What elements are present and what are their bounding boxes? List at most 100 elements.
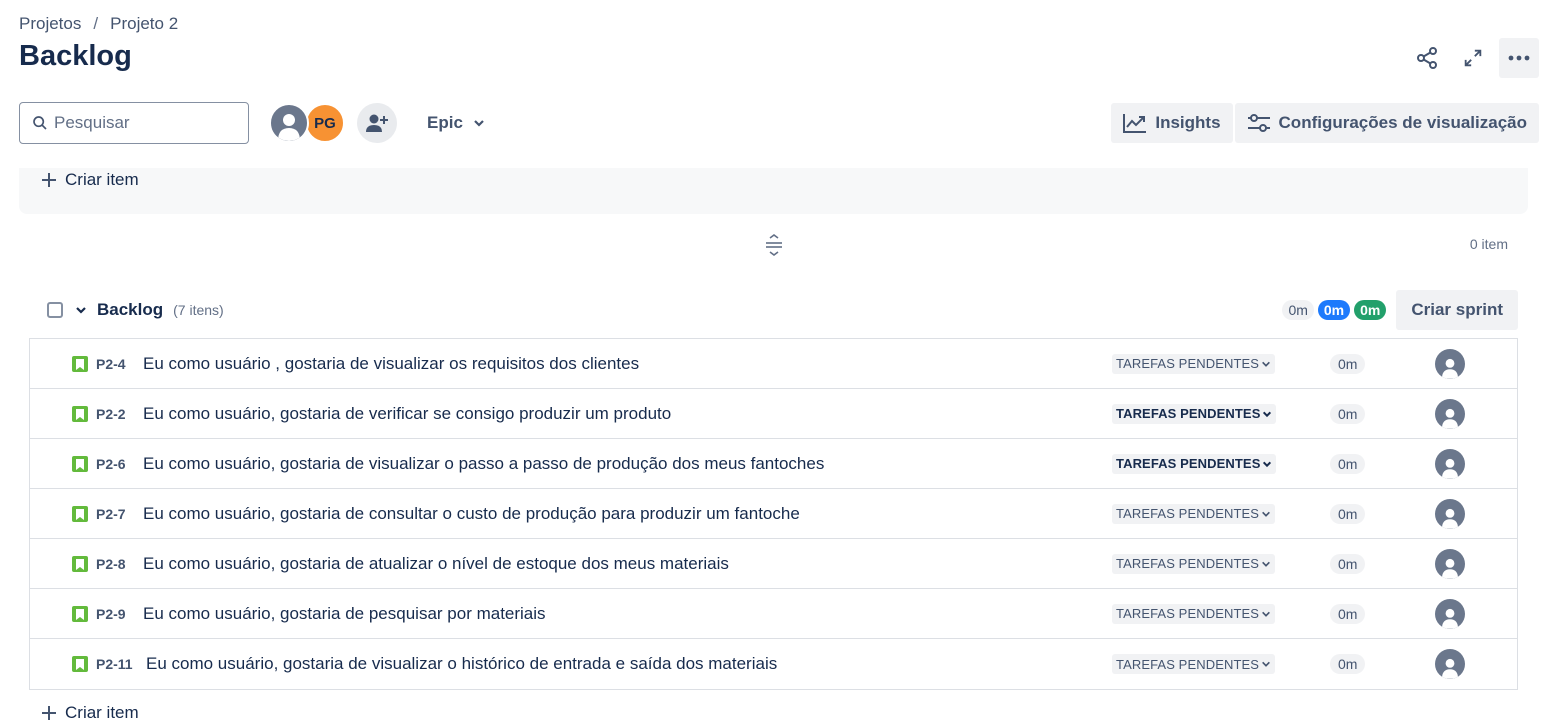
create-sprint-button[interactable]: Criar sprint xyxy=(1396,290,1518,330)
issue-key[interactable]: P2-4 xyxy=(96,356,126,372)
issue-summary[interactable]: Eu como usuário, gostaria de pesquisar p… xyxy=(143,604,546,624)
insights-button[interactable]: Insights xyxy=(1111,103,1233,143)
story-icon xyxy=(72,406,88,422)
more-actions-button[interactable] xyxy=(1499,38,1539,78)
backlog-estimates: 0m 0m 0m Criar sprint xyxy=(1282,290,1518,330)
plus-icon xyxy=(42,173,56,187)
chevron-down-icon xyxy=(76,307,86,314)
share-icon xyxy=(1417,47,1437,69)
assignee-avatar[interactable] xyxy=(1435,598,1465,629)
status-dropdown[interactable]: TAREFAS PENDENTES xyxy=(1112,603,1276,624)
issue-key[interactable]: P2-11 xyxy=(96,656,133,672)
story-icon xyxy=(72,656,88,672)
avatar-pg[interactable]: PG xyxy=(305,103,345,143)
plus-icon xyxy=(42,706,56,720)
breadcrumb-projects-link[interactable]: Projetos xyxy=(19,14,81,34)
assignee-avatar[interactable] xyxy=(1435,649,1465,679)
issue-summary[interactable]: Eu como usuário , gostaria de visualizar… xyxy=(143,354,639,374)
issue-estimate: 0m xyxy=(1330,503,1366,524)
status-dropdown[interactable]: TAREFAS PENDENTES xyxy=(1112,353,1276,374)
issue-key[interactable]: P2-9 xyxy=(96,606,126,622)
estimate-done-badge: 0m xyxy=(1354,300,1387,320)
view-settings-button[interactable]: Configurações de visualização xyxy=(1234,103,1539,143)
status-label: TAREFAS PENDENTES xyxy=(1116,556,1260,571)
header-actions xyxy=(1407,38,1539,78)
issue-summary[interactable]: Eu como usuário, gostaria de verificar s… xyxy=(143,404,671,424)
estimate-in-progress-badge: 0m xyxy=(1317,300,1351,320)
toolbar: PG Epic Insights Configurações de visual… xyxy=(19,102,1539,144)
status-dropdown[interactable]: TAREFAS PENDENTES xyxy=(1112,503,1276,524)
story-icon xyxy=(72,356,88,372)
estimate-todo-badge: 0m xyxy=(1282,300,1314,320)
person-icon xyxy=(1441,508,1459,529)
search-icon xyxy=(33,116,47,130)
search-box[interactable] xyxy=(19,102,249,144)
status-label: TAREFAS PENDENTES xyxy=(1116,606,1260,621)
assignee-avatar[interactable] xyxy=(1435,548,1465,579)
issue-estimate: 0m xyxy=(1330,603,1366,624)
fullscreen-button[interactable] xyxy=(1453,38,1493,78)
issue-row[interactable]: P2-11 Eu como usuário, gostaria de visua… xyxy=(30,639,1517,689)
issue-key[interactable]: P2-2 xyxy=(96,406,126,422)
story-icon xyxy=(72,506,88,522)
issue-estimate: 0m xyxy=(1330,453,1366,474)
add-person-icon xyxy=(366,114,388,132)
sprint-panel: Criar item xyxy=(19,168,1528,214)
chevron-down-icon xyxy=(474,120,484,127)
story-icon xyxy=(72,606,88,622)
create-item-label: Criar item xyxy=(65,703,139,722)
story-icon xyxy=(72,556,88,572)
avatar-group: PG xyxy=(269,103,397,143)
person-icon xyxy=(1441,608,1459,629)
avatar-unassigned[interactable] xyxy=(269,103,309,143)
issue-row[interactable]: P2-6 Eu como usuário, gostaria de visual… xyxy=(30,439,1517,489)
backlog-count: (7 itens) xyxy=(173,302,224,318)
backlog-select-all-checkbox[interactable] xyxy=(47,302,63,318)
status-label: TAREFAS PENDENTES xyxy=(1116,356,1260,371)
person-icon xyxy=(1441,558,1459,579)
chevron-down-icon xyxy=(1262,611,1270,617)
assignee-avatar[interactable] xyxy=(1435,348,1465,379)
breadcrumb-project-link[interactable]: Projeto 2 xyxy=(110,14,178,34)
status-dropdown[interactable]: TAREFAS PENDENTES xyxy=(1112,403,1277,424)
chevron-down-icon xyxy=(1262,661,1270,667)
issue-row[interactable]: P2-2 Eu como usuário, gostaria de verifi… xyxy=(30,389,1517,439)
assignee-avatar[interactable] xyxy=(1435,398,1465,429)
add-people-button[interactable] xyxy=(357,103,397,143)
share-button[interactable] xyxy=(1407,38,1447,78)
epic-filter-dropdown[interactable]: Epic xyxy=(425,103,487,143)
search-input[interactable] xyxy=(54,113,234,133)
breadcrumb-separator: / xyxy=(93,14,99,33)
epic-filter-label: Epic xyxy=(427,113,463,132)
status-label: TAREFAS PENDENTES xyxy=(1116,456,1261,471)
issue-row[interactable]: P2-7 Eu como usuário, gostaria de consul… xyxy=(30,489,1517,539)
create-item-button[interactable]: Criar item xyxy=(41,170,139,190)
issue-summary[interactable]: Eu como usuário, gostaria de consultar o… xyxy=(143,504,800,524)
resize-handle[interactable] xyxy=(764,234,784,261)
issue-summary[interactable]: Eu como usuário, gostaria de atualizar o… xyxy=(143,554,729,574)
drag-handle-icon xyxy=(766,234,782,256)
assignee-avatar[interactable] xyxy=(1435,498,1465,529)
person-icon xyxy=(278,114,300,141)
status-dropdown[interactable]: TAREFAS PENDENTES xyxy=(1112,553,1276,574)
backlog-header: Backlog (7 itens) 0m 0m 0m Criar sprint xyxy=(47,290,1518,330)
issue-key[interactable]: P2-7 xyxy=(96,506,126,522)
issue-key[interactable]: P2-6 xyxy=(96,456,126,472)
issue-row[interactable]: P2-4 Eu como usuário , gostaria de visua… xyxy=(30,339,1517,389)
issue-summary[interactable]: Eu como usuário, gostaria de visualizar … xyxy=(143,454,824,474)
issue-row[interactable]: P2-8 Eu como usuário, gostaria de atuali… xyxy=(30,539,1517,589)
backlog-collapse-toggle[interactable] xyxy=(75,304,87,316)
backlog-create-item-button[interactable]: Criar item xyxy=(41,703,139,723)
chevron-down-icon xyxy=(1262,561,1270,567)
status-dropdown[interactable]: TAREFAS PENDENTES xyxy=(1112,453,1277,474)
assignee-avatar[interactable] xyxy=(1435,448,1465,479)
status-label: TAREFAS PENDENTES xyxy=(1116,506,1260,521)
view-settings-label: Configurações de visualização xyxy=(1278,113,1527,132)
breadcrumb: Projetos / Projeto 2 xyxy=(19,14,178,34)
issue-row[interactable]: P2-9 Eu como usuário, gostaria de pesqui… xyxy=(30,589,1517,639)
issue-summary[interactable]: Eu como usuário, gostaria de visualizar … xyxy=(146,654,777,674)
story-icon xyxy=(72,456,88,472)
issue-key[interactable]: P2-8 xyxy=(96,556,126,572)
status-dropdown[interactable]: TAREFAS PENDENTES xyxy=(1112,654,1276,674)
issue-estimate: 0m xyxy=(1330,403,1366,424)
